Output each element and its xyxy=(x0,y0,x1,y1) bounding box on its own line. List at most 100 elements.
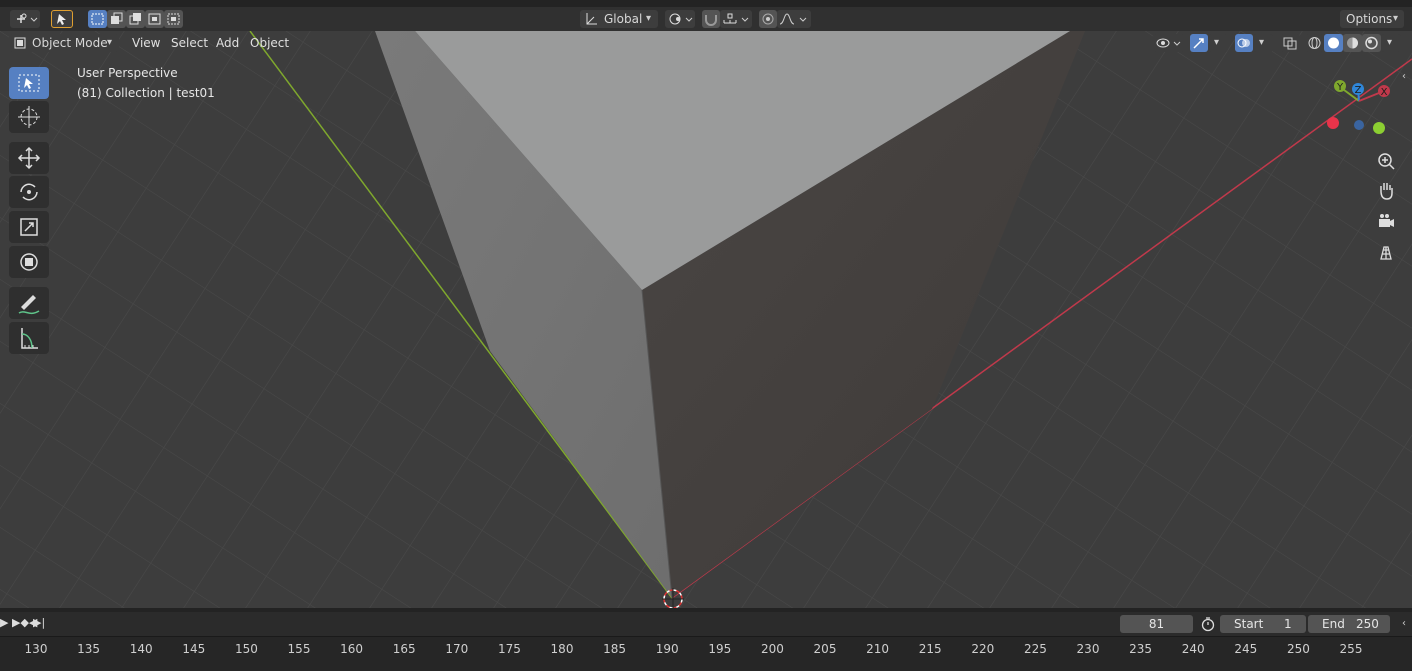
timeline-sidebar-toggle-icon[interactable]: ‹ xyxy=(1402,618,1406,629)
gizmo-x-label: X xyxy=(1381,87,1388,98)
visibility-dropdown[interactable] xyxy=(1153,34,1185,52)
tool-transform[interactable] xyxy=(9,246,49,278)
shading-rendered-button[interactable] xyxy=(1362,34,1381,52)
gizmo-neg-y-axis[interactable] xyxy=(1373,122,1385,134)
jump-end-icon[interactable]: ▶| xyxy=(33,616,45,629)
snap-target-dropdown[interactable] xyxy=(720,10,752,28)
viewport-scene xyxy=(0,31,1412,608)
timeline-tick: 200 xyxy=(760,642,784,656)
pivot-point-dropdown[interactable] xyxy=(665,10,695,28)
timeline-tick: 130 xyxy=(24,642,48,656)
zoom-magnifier-icon xyxy=(1378,153,1395,170)
select-box-icon xyxy=(18,74,40,92)
xray-toggle-button[interactable] xyxy=(1280,34,1300,52)
menu-add[interactable]: Add xyxy=(210,34,245,52)
proportional-edit-button[interactable] xyxy=(759,10,777,28)
tool-select-box[interactable] xyxy=(9,67,49,99)
object-mode-icon xyxy=(14,37,26,49)
timeline-tick: 190 xyxy=(655,642,679,656)
chevron-down-icon: ▾ xyxy=(1259,37,1265,48)
select-invert-icon xyxy=(148,13,161,25)
measure-ruler-icon xyxy=(21,328,38,349)
select-mode-extend-button[interactable] xyxy=(107,10,126,28)
gizmo-toggle-button[interactable] xyxy=(1190,34,1208,52)
menu-select[interactable]: Select xyxy=(165,34,214,52)
object-mode-dropdown[interactable]: Object Mode ▾ xyxy=(9,34,119,52)
start-value: 1 xyxy=(1284,617,1292,631)
select-mode-invert-button[interactable] xyxy=(145,10,164,28)
pivot-point-icon xyxy=(669,13,693,25)
end-value: 250 xyxy=(1356,617,1379,631)
move-arrows-icon xyxy=(17,146,41,170)
chevron-down-icon: ▾ xyxy=(1393,13,1399,24)
zoom-button[interactable] xyxy=(1373,148,1399,174)
tool-scale[interactable] xyxy=(9,211,49,243)
select-mode-subtract-button[interactable] xyxy=(126,10,145,28)
top-strip xyxy=(0,0,1412,7)
menu-object[interactable]: Object xyxy=(244,34,295,52)
transform-icon xyxy=(20,253,38,271)
shading-dropdown[interactable]: ▾ xyxy=(1381,34,1401,52)
timeline-tick: 165 xyxy=(392,642,416,656)
start-label: Start xyxy=(1234,617,1264,631)
tool-move[interactable] xyxy=(9,142,49,174)
navigation-gizmo[interactable]: Y Z X xyxy=(1320,76,1400,141)
select-mode-new-button[interactable] xyxy=(88,10,107,28)
tool-select-button[interactable] xyxy=(51,10,73,28)
select-extend-icon xyxy=(111,12,123,24)
timeline-tick: 185 xyxy=(603,642,627,656)
mode-label: Object Mode xyxy=(32,36,108,50)
gizmo-neg-z-axis[interactable] xyxy=(1354,120,1364,130)
timeline-tick: 150 xyxy=(234,642,258,656)
perspective-label: User Perspective xyxy=(77,66,178,80)
tool-annotate[interactable] xyxy=(9,287,49,319)
select-new-icon xyxy=(91,13,104,25)
select-subtract-icon xyxy=(129,13,141,25)
shading-solid-button[interactable] xyxy=(1324,34,1343,52)
play-icon[interactable]: ▶ xyxy=(0,616,8,629)
editor-type-button[interactable] xyxy=(10,10,40,28)
shading-material-button[interactable] xyxy=(1343,34,1362,52)
end-label: End xyxy=(1322,617,1345,631)
timeline-tick: 210 xyxy=(866,642,890,656)
magnet-icon xyxy=(705,15,717,26)
solid-sphere-icon xyxy=(1328,37,1339,49)
timeline-tick: 245 xyxy=(1234,642,1258,656)
falloff-dropdown[interactable] xyxy=(777,10,811,28)
perspective-toggle-button[interactable] xyxy=(1373,240,1399,266)
timeline-ruler[interactable]: 130 135 140 145 150 155 160 165 170 175 180 185 190 1… xyxy=(0,636,1412,671)
current-frame-field[interactable]: 81 xyxy=(1120,615,1193,633)
tool-cursor[interactable] xyxy=(9,101,49,133)
timeline-tick: 195 xyxy=(708,642,732,656)
timeline-tick: 230 xyxy=(1076,642,1100,656)
timeline-tick: 160 xyxy=(340,642,364,656)
options-dropdown[interactable]: Options ▾ xyxy=(1340,10,1404,28)
transform-orientation-dropdown[interactable]: Global ▾ xyxy=(580,10,658,28)
start-frame-field[interactable]: Start 1 xyxy=(1220,615,1306,633)
tool-measure[interactable] xyxy=(9,322,49,354)
collection-label: (81) Collection | test01 xyxy=(77,86,215,100)
tool-rotate[interactable] xyxy=(9,176,49,208)
snap-toggle-button[interactable] xyxy=(702,10,720,28)
overlays-dropdown[interactable]: ▾ xyxy=(1253,34,1273,52)
select-mode-intersect-button[interactable] xyxy=(164,10,183,28)
orientation-axes-icon xyxy=(586,13,597,25)
end-frame-field[interactable]: End 250 xyxy=(1308,615,1390,633)
camera-icon xyxy=(1379,214,1394,227)
sidebar-toggle-icon[interactable]: ‹ xyxy=(1402,71,1406,82)
timeline-header: ▶ ▶◆◀ ▶| 81 Start 1 End 250 ‹ xyxy=(0,612,1412,636)
gizmo-neg-x-axis[interactable] xyxy=(1327,117,1339,129)
select-intersect-icon xyxy=(167,13,180,25)
3d-viewport[interactable]: Object Mode ▾ View Select Add Object ▾ ▾… xyxy=(0,31,1412,608)
hand-icon xyxy=(1380,183,1393,200)
timeline-tick: 145 xyxy=(182,642,206,656)
pan-button[interactable] xyxy=(1373,178,1399,204)
menu-view[interactable]: View xyxy=(126,34,166,52)
shading-wireframe-button[interactable] xyxy=(1305,34,1324,52)
overlays-toggle-button[interactable] xyxy=(1235,34,1253,52)
stopwatch-icon[interactable] xyxy=(1200,616,1216,635)
chevron-down-icon: ▾ xyxy=(1214,37,1220,48)
gizmo-dropdown[interactable]: ▾ xyxy=(1208,34,1228,52)
camera-view-button[interactable] xyxy=(1373,209,1399,235)
timeline-tick: 225 xyxy=(1023,642,1047,656)
